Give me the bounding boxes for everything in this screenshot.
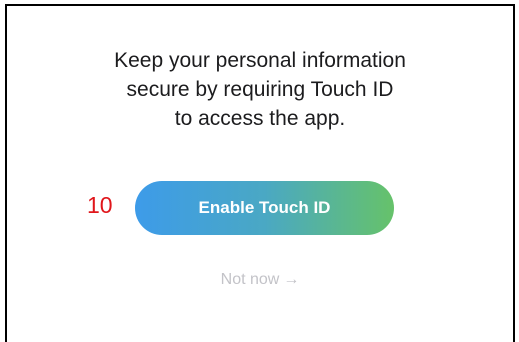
message-line-2: secure by requiring Touch ID — [126, 78, 394, 101]
message-line-3: to access the app. — [174, 107, 346, 130]
not-now-link[interactable]: Not now → — [7, 271, 513, 289]
enable-touch-id-button[interactable]: Enable Touch ID — [135, 181, 394, 235]
message-line-1: Keep your personal information — [114, 49, 406, 72]
arrow-right-icon: → — [283, 271, 300, 288]
touch-id-message: Keep your personal information secure by… — [7, 46, 513, 133]
step-number-label: 10 — [87, 192, 113, 218]
not-now-label: Not now — [220, 271, 280, 288]
touch-id-prompt-screen: Keep your personal information secure by… — [5, 4, 515, 342]
enable-touch-id-label: Enable Touch ID — [198, 198, 331, 217]
